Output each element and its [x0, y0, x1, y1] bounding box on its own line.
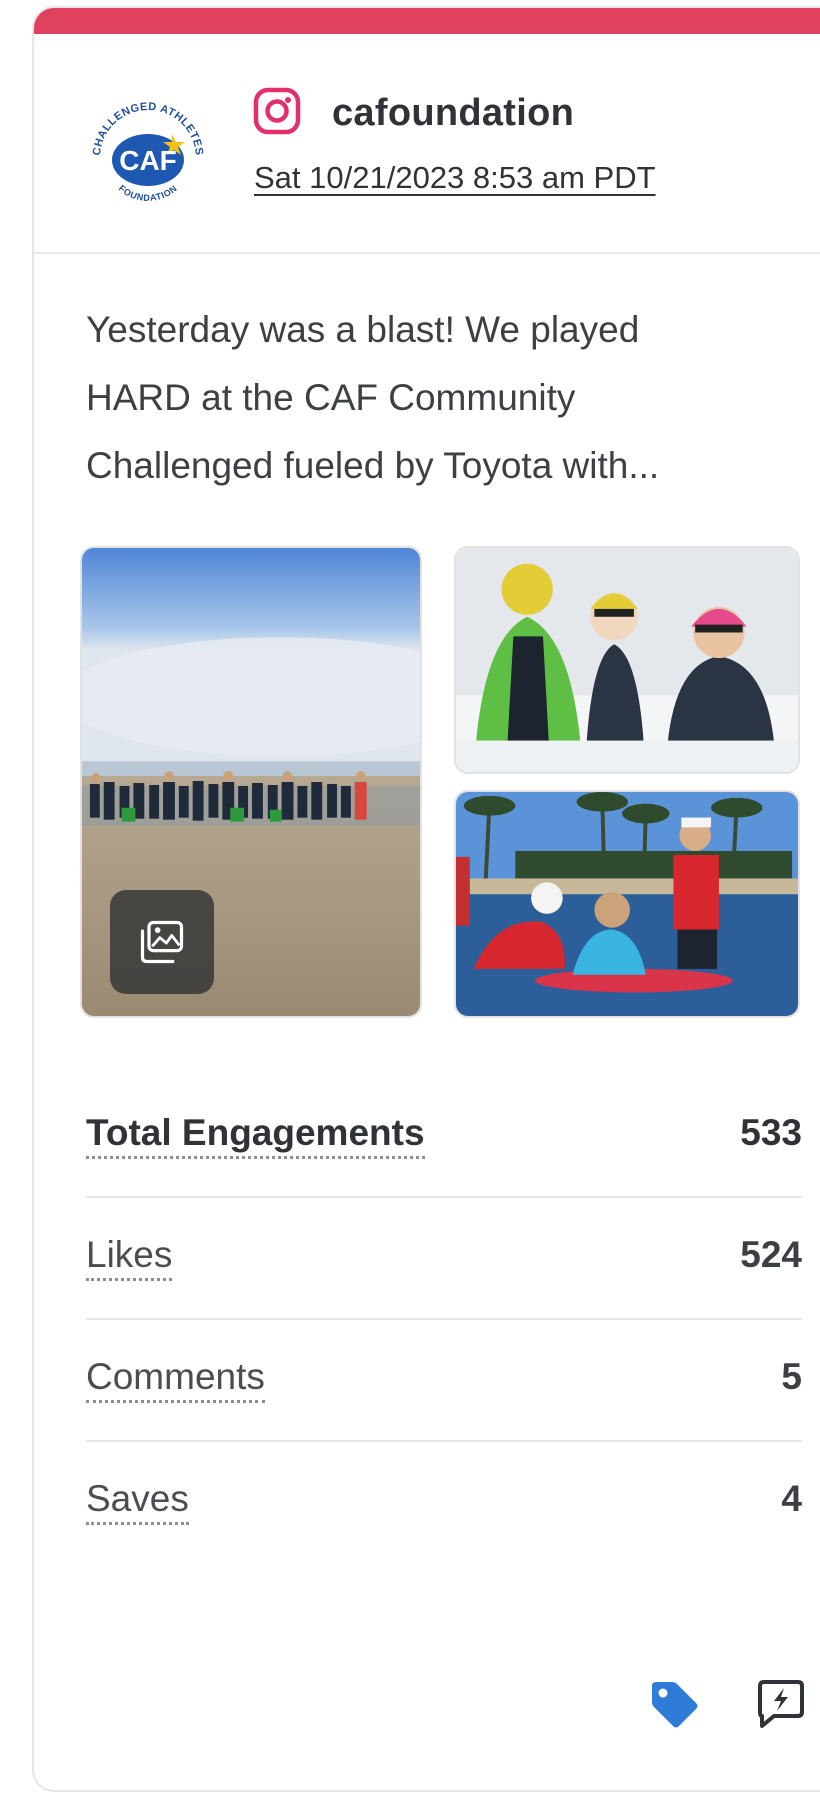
engagement-metrics: Total Engagements 533 Likes 524 Comments…: [86, 1076, 802, 1564]
metric-value: 4: [781, 1478, 802, 1519]
post-header: CHALLENGED ATHLETES FOUNDATION CAF cafou…: [34, 34, 820, 254]
svg-text:FOUNDATION: FOUNDATION: [117, 183, 179, 203]
metric-label[interactable]: Comments: [86, 1356, 265, 1403]
metric-row-total-engagements: Total Engagements 533: [86, 1076, 802, 1198]
metric-value: 5: [781, 1356, 802, 1397]
metric-value: 524: [740, 1234, 802, 1275]
metric-row-likes: Likes 524: [86, 1198, 802, 1320]
tag-icon[interactable]: [646, 1676, 702, 1732]
logo-center-text: CAF: [119, 145, 177, 176]
metric-label[interactable]: Total Engagements: [86, 1112, 425, 1159]
caption-line: HARD at the CAF Community: [86, 377, 576, 418]
caf-logo: CHALLENGED ATHLETES FOUNDATION CAF: [86, 96, 210, 220]
swimmers-in-water-photo[interactable]: [454, 546, 800, 774]
caption-line: Yesterday was a blast! We played: [86, 309, 640, 350]
gallery-icon: [140, 920, 184, 964]
account-name[interactable]: cafoundation: [332, 92, 574, 135]
card-accent-bar: [34, 8, 820, 34]
kids-surfing-photo[interactable]: [454, 790, 800, 1018]
quick-reply-icon[interactable]: [752, 1676, 808, 1732]
post-date-link[interactable]: Sat 10/21/2023 8:53 am PDT: [254, 160, 656, 196]
gallery-badge: [110, 890, 214, 994]
metric-row-comments: Comments 5: [86, 1320, 802, 1442]
instagram-icon: [252, 86, 302, 136]
metric-row-saves: Saves 4: [86, 1442, 802, 1564]
metric-label[interactable]: Likes: [86, 1234, 173, 1281]
post-caption: Yesterday was a blast! We played HARD at…: [86, 296, 726, 500]
metric-value: 533: [740, 1112, 802, 1153]
logo-ring-bottom-text: FOUNDATION: [117, 183, 179, 203]
metric-label[interactable]: Saves: [86, 1478, 189, 1525]
caption-line: Challenged fueled by Toyota with...: [86, 445, 660, 486]
post-card: CHALLENGED ATHLETES FOUNDATION CAF cafou…: [32, 6, 820, 1792]
